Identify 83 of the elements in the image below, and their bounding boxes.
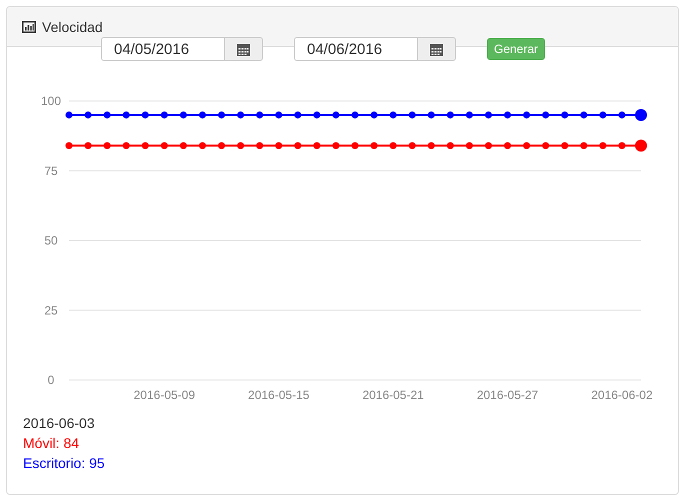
data-point <box>352 111 358 118</box>
data-point <box>466 142 473 150</box>
data-point <box>561 111 568 118</box>
data-point <box>142 111 149 118</box>
x-tick-label: 2016-05-27 <box>476 388 538 402</box>
calendar-button[interactable] <box>224 37 263 61</box>
data-point <box>237 142 244 150</box>
data-point <box>218 111 226 118</box>
data-point <box>542 142 550 150</box>
y-tick-label: 75 <box>44 164 58 178</box>
data-point <box>198 111 206 118</box>
data-point <box>198 142 206 150</box>
y-tick-label: 0 <box>48 373 54 387</box>
data-point <box>294 142 302 150</box>
data-point <box>635 140 647 152</box>
data-point <box>390 111 397 118</box>
y-tick-label: 25 <box>44 303 58 318</box>
calendar-button[interactable] <box>417 37 456 61</box>
data-point <box>256 111 264 118</box>
x-tick-label: 2016-05-09 <box>134 388 196 402</box>
data-point <box>466 111 473 118</box>
data-point <box>523 111 530 118</box>
data-point <box>635 108 647 121</box>
y-tick-label: 100 <box>40 94 62 108</box>
data-point <box>504 142 512 150</box>
data-point <box>84 142 92 150</box>
calendar-icon <box>237 42 250 56</box>
data-point <box>256 142 264 150</box>
data-point <box>446 111 454 118</box>
data-point <box>523 142 530 150</box>
data-point <box>66 142 72 150</box>
data-point <box>160 111 168 118</box>
data-point <box>104 111 111 118</box>
data-point <box>599 111 606 118</box>
data-point <box>408 142 416 150</box>
data-point <box>542 111 550 118</box>
x-tick-label: 2016-05-15 <box>248 388 310 402</box>
data-point <box>160 142 168 150</box>
data-point <box>313 142 320 150</box>
date-field[interactable]: 04/05/2016 <box>101 37 224 61</box>
calendar-icon <box>430 42 443 56</box>
data-point <box>237 111 244 118</box>
data-point <box>180 142 187 150</box>
data-point <box>218 142 226 150</box>
legend-date: 2016-06-03 <box>23 414 95 433</box>
data-point <box>390 142 397 150</box>
data-point <box>618 111 626 118</box>
data-point <box>408 111 416 118</box>
data-point <box>446 142 454 150</box>
data-point <box>294 111 302 118</box>
data-point <box>142 142 149 150</box>
data-point <box>561 142 568 150</box>
data-point <box>580 142 588 150</box>
data-point <box>332 142 340 150</box>
data-point <box>599 142 606 150</box>
data-point <box>313 111 320 118</box>
data-point <box>275 111 282 118</box>
data-point <box>84 111 92 118</box>
data-point <box>122 142 130 150</box>
panel-title: Velocidad <box>42 18 103 34</box>
data-point <box>428 142 435 150</box>
data-point <box>618 142 626 150</box>
data-point <box>104 142 111 150</box>
data-point <box>66 111 72 118</box>
data-point <box>370 142 378 150</box>
data-point <box>122 111 130 118</box>
y-tick-label: 50 <box>44 234 58 248</box>
data-point <box>180 111 187 118</box>
data-point <box>484 111 492 118</box>
data-point <box>504 111 512 118</box>
data-point <box>428 111 435 118</box>
date-field[interactable]: 04/06/2016 <box>294 37 417 61</box>
legend-value: Escritorio: 95 <box>23 454 105 473</box>
data-point <box>370 111 378 118</box>
x-tick-label: 2016-05-21 <box>362 388 424 402</box>
data-point <box>484 142 492 150</box>
data-point <box>275 142 282 150</box>
data-point <box>352 142 358 150</box>
data-point <box>580 111 588 118</box>
legend-value: Móvil: 84 <box>23 434 80 453</box>
bar-chart-icon <box>22 20 36 32</box>
x-tick-label: 2016-06-02 <box>591 388 653 402</box>
data-point <box>332 111 340 118</box>
